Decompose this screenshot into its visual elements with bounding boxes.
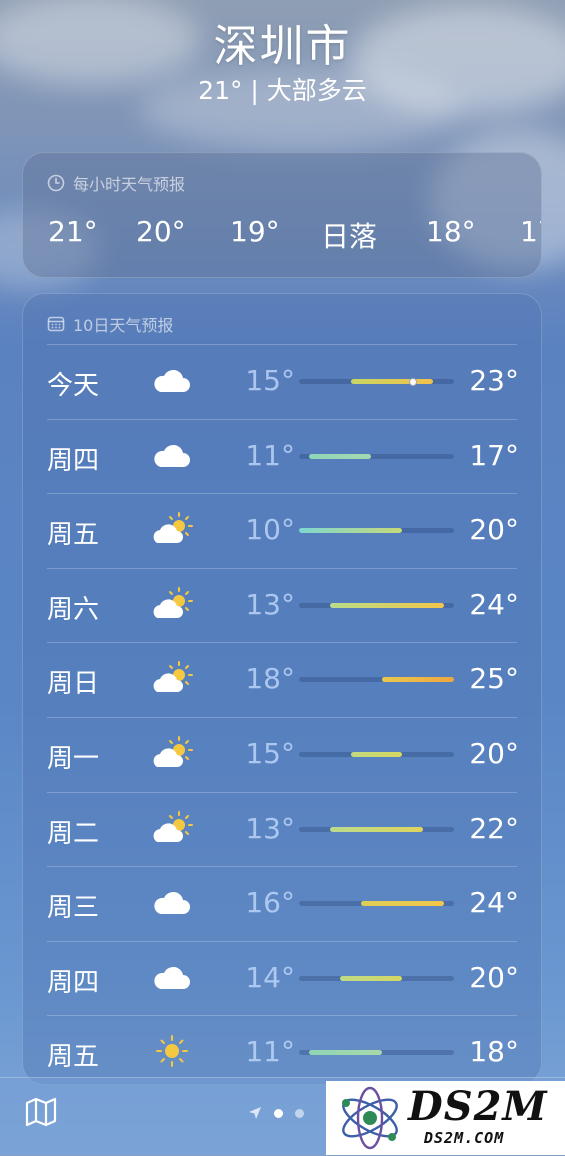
day-forecast-row[interactable]: 周六 13° 24° [23, 568, 541, 642]
cloud-icon [149, 959, 195, 995]
day-forecast-row[interactable]: 今天 15° 23° [23, 344, 541, 418]
sun-icon [149, 1033, 195, 1069]
temp-range-fill [330, 602, 444, 608]
temp-range-track [299, 826, 454, 832]
weather-summary: 21° | 大部多云 [198, 76, 367, 105]
day-label: 今天 [47, 371, 100, 401]
watermark-logo: DS2M DS2M.COM [326, 1081, 565, 1155]
temp-range-fill [309, 453, 372, 459]
day-forecast-row[interactable]: 周四 11° 17° [23, 419, 541, 493]
hour-item: 19° [230, 215, 280, 248]
partly-sunny-icon [149, 511, 195, 547]
low-temp: 18° [245, 662, 295, 696]
hourly-title-text: 每小时天气预报 [73, 175, 186, 194]
low-temp: 10° [245, 513, 295, 547]
high-temp: 24° [469, 886, 519, 920]
atom-logo-icon [342, 1086, 398, 1150]
temp-range-track [299, 752, 454, 757]
partly-sunny-icon [149, 660, 195, 696]
current-temp-dot [408, 377, 417, 386]
partly-sunny-icon [149, 586, 195, 622]
high-temp: 24° [469, 587, 519, 621]
hour-item-sunset: 日落 [321, 220, 378, 253]
high-temp: 23° [469, 364, 519, 397]
ten-day-title: 10日天气预报 [23, 294, 541, 336]
day-label: 周三 [47, 893, 100, 924]
hourly-forecast-title: 每小时天气预报 [23, 153, 541, 195]
temp-range-track [299, 377, 454, 386]
low-temp: 16° [245, 886, 295, 920]
day-forecast-row[interactable]: 周三 16° 24° [23, 866, 541, 940]
day-label: 周四 [47, 445, 100, 476]
low-temp: 11° [245, 1035, 295, 1069]
day-label: 周二 [47, 818, 100, 849]
day-forecast-row[interactable]: 周一 15° 20° [23, 717, 541, 791]
header: 深圳市 21° | 大部多云 [0, 18, 565, 106]
temp-range-track [299, 1050, 454, 1056]
day-label: 周五 [47, 520, 100, 551]
day-forecast-row[interactable]: 周五 11° 18° [23, 1015, 541, 1084]
high-temp: 20° [469, 960, 519, 994]
low-temp: 13° [245, 587, 295, 621]
temp-range-fill [340, 975, 403, 981]
temp-range-fill [299, 528, 403, 534]
location-arrow-icon [249, 1107, 261, 1119]
high-temp: 22° [469, 811, 519, 845]
high-temp: 25° [469, 662, 519, 696]
day-label: 周六 [47, 594, 100, 625]
day-forecast-row[interactable]: 周五 10° 20° [23, 493, 541, 567]
hour-item: 17° [520, 215, 541, 248]
low-temp: 13° [245, 811, 295, 845]
temp-range-fill [381, 677, 454, 683]
hour-item: 20° [136, 215, 186, 248]
temp-range-fill [361, 901, 444, 907]
hourly-forecast-card[interactable]: 每小时天气预报 21° 20° 19° 日落 18° 17° [22, 152, 542, 278]
high-temp: 20° [469, 513, 519, 547]
day-label: 周日 [47, 669, 100, 700]
cloud-icon [149, 437, 195, 473]
high-temp: 17° [469, 438, 519, 472]
day-forecast-row[interactable]: 周四 14° 20° [23, 941, 541, 1015]
hour-item: 18° [426, 215, 476, 248]
calendar-icon [47, 316, 65, 332]
ten-day-forecast-card[interactable]: 10日天气预报 今天 15° 23° 周四 11° 17° 周五 10° 20° 周六 13° 24°… [22, 293, 542, 1085]
temp-range-track [299, 677, 454, 683]
low-temp: 15° [245, 364, 295, 397]
temp-range-track [299, 975, 454, 981]
map-icon[interactable] [24, 1095, 58, 1129]
cloud-icon [149, 884, 195, 920]
day-label: 周五 [47, 1042, 100, 1073]
high-temp: 18° [469, 1035, 519, 1069]
temp-range-fill [330, 826, 423, 832]
day-forecast-row[interactable]: 周日 18° 25° [23, 642, 541, 716]
temp-range-fill [309, 1050, 382, 1056]
low-temp: 11° [245, 438, 295, 472]
temp-range-track [299, 528, 454, 534]
temp-range-track [299, 453, 454, 459]
high-temp: 20° [469, 737, 519, 770]
day-forecast-row[interactable]: 周二 13° 22° [23, 792, 541, 866]
page-indicator[interactable] [248, 1105, 304, 1121]
watermark-text: DS2M [408, 1083, 548, 1130]
low-temp: 14° [245, 960, 295, 994]
day-label: 周四 [47, 967, 100, 998]
low-temp: 15° [245, 737, 295, 770]
temp-range-fill [350, 752, 403, 757]
ten-day-title-text: 10日天气预报 [73, 316, 174, 335]
clock-icon [47, 174, 65, 192]
city-name: 深圳市 [213, 21, 352, 72]
page-dot[interactable] [295, 1108, 304, 1118]
day-label: 周一 [47, 744, 100, 774]
partly-sunny-icon [149, 810, 195, 846]
hour-item: 21° [48, 215, 98, 248]
watermark-url: DS2M.COM [424, 1129, 505, 1147]
cloud-icon [149, 362, 195, 398]
temp-range-track [299, 602, 454, 608]
page-dot-active[interactable] [274, 1108, 283, 1118]
temp-range-fill [350, 379, 434, 384]
hourly-list[interactable]: 21° 20° 19° 日落 18° 17° [23, 215, 541, 255]
temp-range-track [299, 901, 454, 907]
partly-sunny-icon [149, 735, 195, 771]
